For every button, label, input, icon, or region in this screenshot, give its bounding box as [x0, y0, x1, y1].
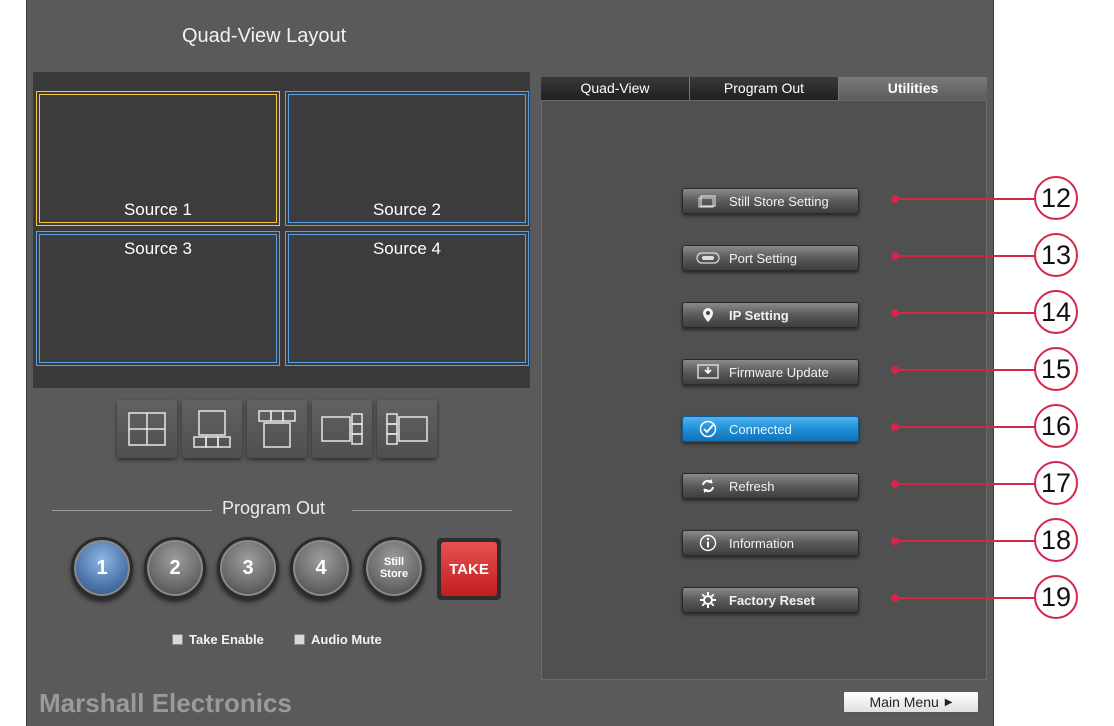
checkbox-box[interactable] [294, 634, 305, 645]
divider [352, 510, 512, 511]
connected-status-button[interactable]: Connected [682, 416, 859, 442]
refresh-icon [693, 478, 723, 494]
util-label: Information [729, 535, 795, 551]
checkmark-icon [693, 420, 723, 438]
callout-line [895, 597, 1036, 599]
source-cell-label: Source 2 [372, 200, 442, 219]
callout-line [895, 540, 1036, 542]
layout-single-left-button[interactable] [312, 400, 372, 458]
tab-utilities[interactable]: Utilities [839, 77, 987, 100]
download-icon [693, 364, 723, 380]
callout-line [895, 483, 1036, 485]
util-label: IP Setting [729, 307, 789, 323]
program-button-1[interactable]: 1 [71, 537, 133, 599]
take-enable-checkbox[interactable]: Take Enable [172, 632, 264, 647]
tab-program-out[interactable]: Program Out [690, 77, 839, 100]
page-title: Quad-View Layout [182, 25, 347, 47]
tab-quad-view[interactable]: Quad-View [541, 77, 690, 100]
firmware-update-button[interactable]: Firmware Update [682, 359, 859, 385]
take-button-label: TAKE [441, 542, 497, 596]
tab-bar: Quad-View Program Out Utilities [541, 77, 987, 100]
still-store-label-line2: Store [379, 568, 409, 580]
source-cell-4[interactable]: Source 4 [285, 231, 529, 366]
location-pin-icon [693, 307, 723, 323]
still-store-label-line1: Still [383, 556, 405, 568]
program-button-4[interactable]: 4 [290, 537, 352, 599]
port-icon [693, 252, 723, 264]
quad-preview: Source 1 Source 2 Source 3 Source 4 [33, 72, 530, 388]
callout-16: 16 [1034, 404, 1078, 448]
callout-line [895, 255, 1036, 257]
layout-single-over-three-button[interactable] [182, 400, 242, 458]
refresh-button[interactable]: Refresh [682, 473, 859, 499]
source-cell-label: Source 3 [123, 239, 193, 258]
quad-grid-layout-icon [128, 412, 166, 446]
still-store-button[interactable]: Still Store [363, 537, 425, 599]
callout-12: 12 [1034, 176, 1078, 220]
ip-setting-button[interactable]: IP Setting [682, 302, 859, 328]
source-cell-label: Source 1 [123, 200, 193, 219]
util-label: Connected [729, 421, 792, 437]
three-left-single-right-layout-icon [386, 413, 428, 445]
program-button-3[interactable]: 3 [217, 537, 279, 599]
still-store-setting-button[interactable]: Still Store Setting [682, 188, 859, 214]
checkbox-box[interactable] [172, 634, 183, 645]
chevron-right-icon: ▶ [944, 696, 953, 708]
still-store-icon [693, 194, 723, 208]
main-menu-button[interactable]: Main Menu ▶ [843, 691, 979, 713]
source-cell-3[interactable]: Source 3 [36, 231, 280, 366]
take-button[interactable]: TAKE [437, 538, 501, 600]
factory-reset-button[interactable]: Factory Reset [682, 587, 859, 613]
information-button[interactable]: Information [682, 530, 859, 556]
main-menu-label: Main Menu [869, 694, 939, 710]
callout-13: 13 [1034, 233, 1078, 277]
layout-three-over-single-button[interactable] [247, 400, 307, 458]
single-left-three-right-layout-icon [321, 413, 363, 445]
callout-17: 17 [1034, 461, 1078, 505]
three-over-single-layout-icon [258, 410, 296, 448]
brand-logo-text: Marshall Electronics [39, 688, 292, 718]
program-button-2[interactable]: 2 [144, 537, 206, 599]
util-label: Refresh [729, 478, 775, 494]
callout-15: 15 [1034, 347, 1078, 391]
callout-line [895, 198, 1036, 200]
take-enable-label: Take Enable [189, 632, 264, 647]
callout-14: 14 [1034, 290, 1078, 334]
source-cell-2[interactable]: Source 2 [285, 91, 529, 226]
single-over-three-layout-icon [193, 410, 231, 448]
port-setting-button[interactable]: Port Setting [682, 245, 859, 271]
callout-19: 19 [1034, 575, 1078, 619]
util-label: Port Setting [729, 250, 797, 266]
app-window: Quad-View Layout Source 1 Source 2 Sourc… [26, 0, 994, 726]
util-label: Factory Reset [729, 592, 815, 608]
callout-line [895, 369, 1036, 371]
divider [52, 510, 212, 511]
util-label: Firmware Update [729, 364, 829, 380]
info-icon [693, 534, 723, 552]
audio-mute-checkbox[interactable]: Audio Mute [294, 632, 382, 647]
audio-mute-label: Audio Mute [311, 632, 382, 647]
callout-18: 18 [1034, 518, 1078, 562]
program-out-title: Program Out [222, 498, 326, 518]
layout-single-right-button[interactable] [377, 400, 437, 458]
source-cell-1[interactable]: Source 1 [36, 91, 280, 226]
layout-quad-button[interactable] [117, 400, 177, 458]
gear-reset-icon [693, 591, 723, 609]
util-label: Still Store Setting [729, 193, 829, 209]
utilities-panel: Still Store Setting Port Setting IP Sett… [541, 100, 987, 680]
callout-line [895, 426, 1036, 428]
source-cell-label: Source 4 [372, 239, 442, 258]
callout-line [895, 312, 1036, 314]
